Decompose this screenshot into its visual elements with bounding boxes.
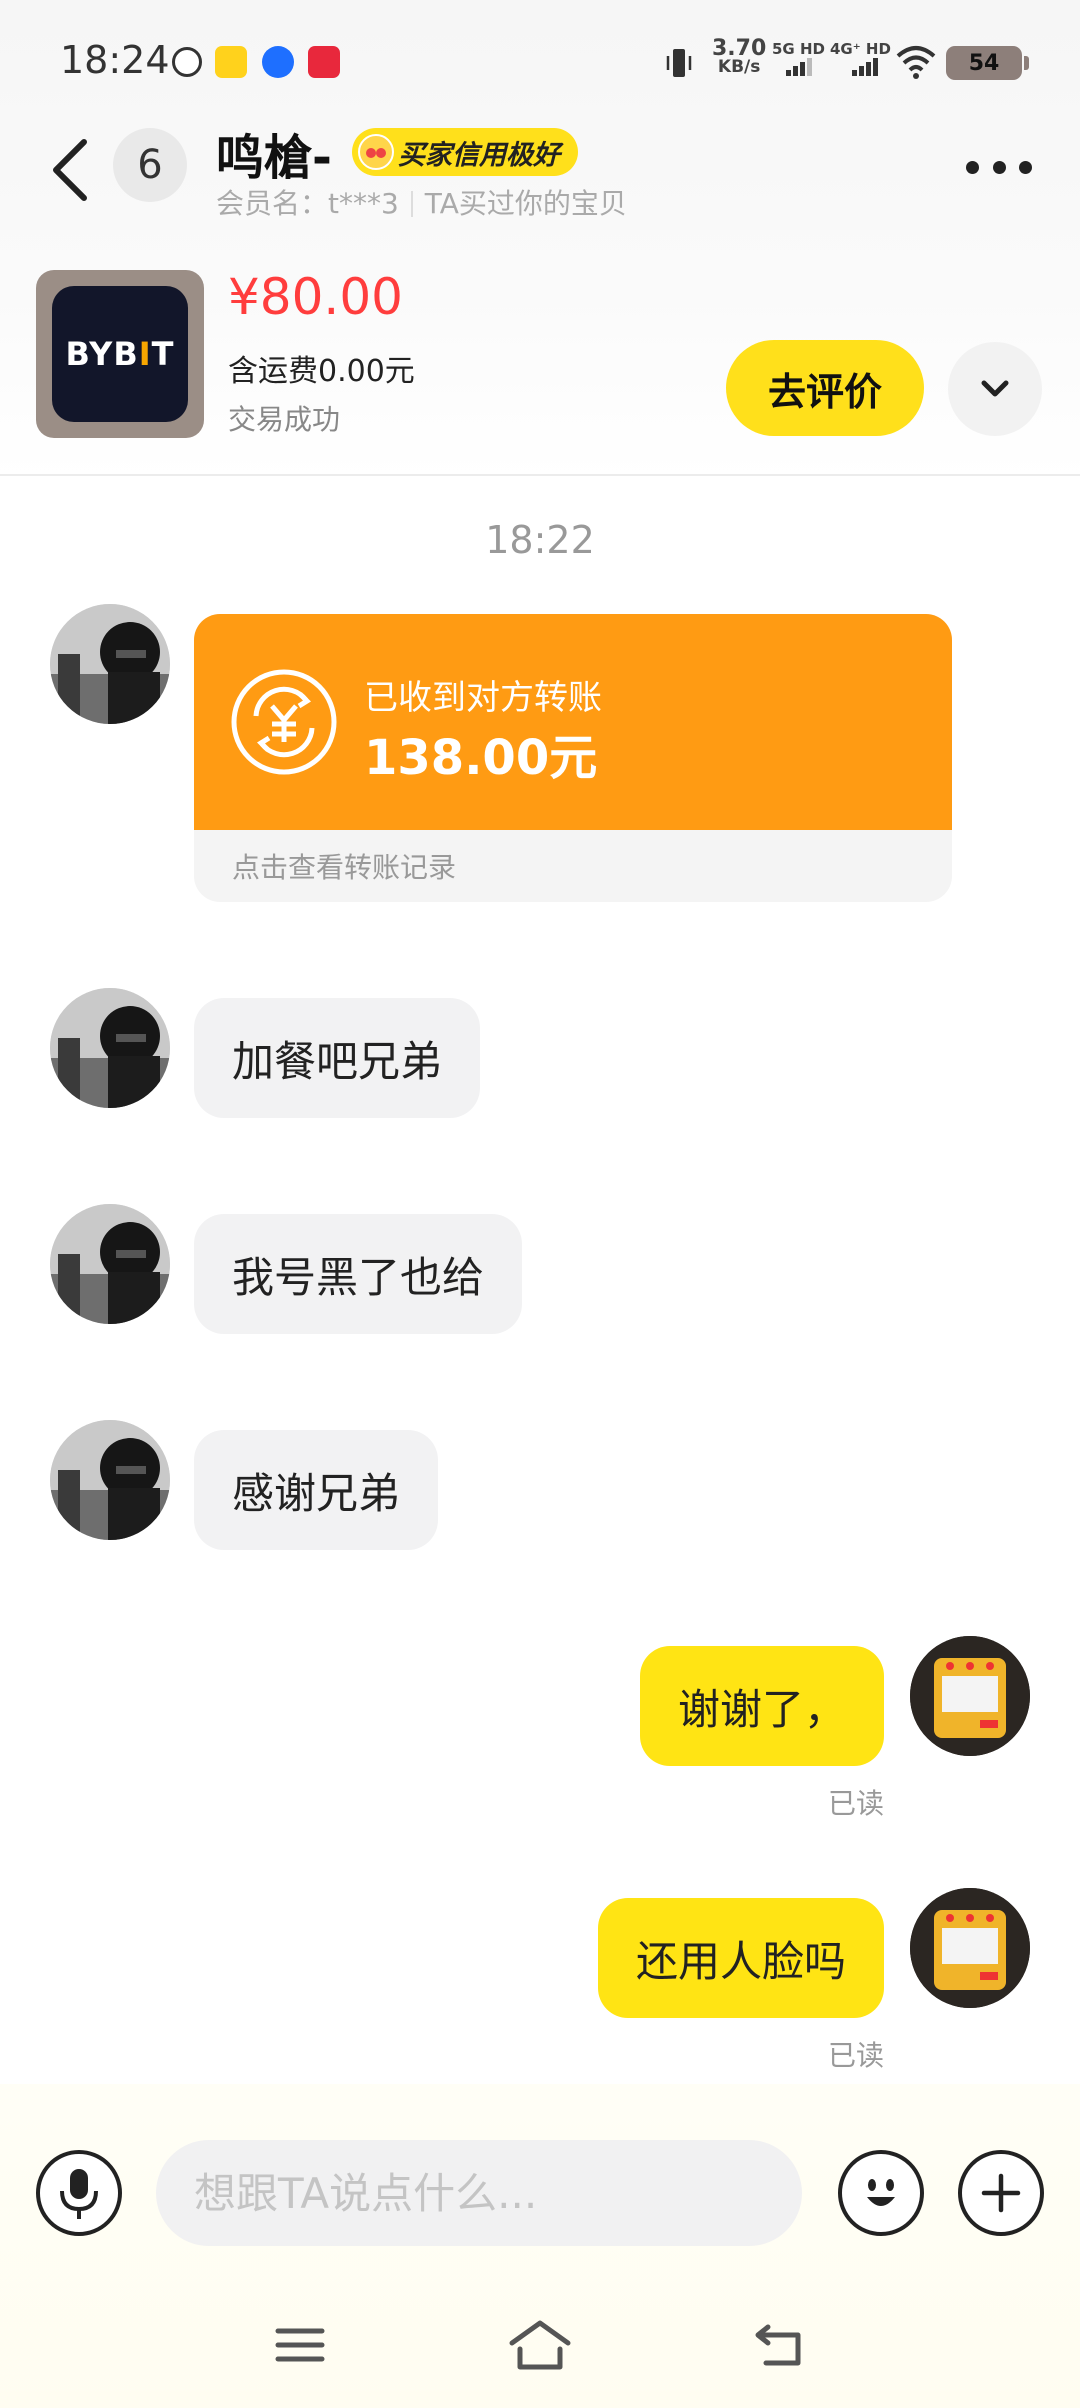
member-note: TA买过你的宝贝 <box>424 187 627 220</box>
dot-icon <box>992 160 1006 174</box>
contact-avatar[interactable] <box>50 1420 170 1540</box>
my-avatar[interactable] <box>910 1888 1030 2008</box>
contact-avatar[interactable] <box>50 988 170 1108</box>
message-bubble-right[interactable]: 谢谢了， <box>639 1646 884 1766</box>
bybit-logo: BYB I T <box>52 286 188 422</box>
back-nav-button[interactable] <box>740 2310 820 2380</box>
message-bubble-left[interactable]: 感谢兄弟 <box>194 1430 439 1550</box>
vibrate-icon <box>666 46 692 80</box>
chevron-left-icon <box>53 139 87 201</box>
wifi-icon <box>896 44 936 80</box>
transfer-card[interactable]: 已收到对方转账 138.00元 点击查看转账记录 <box>194 614 952 902</box>
dot-icon <box>966 160 979 174</box>
transfer-amount: 138.00元 <box>364 730 598 786</box>
status-time: 18:24 <box>60 38 170 82</box>
emoji-button[interactable] <box>838 2150 924 2236</box>
contact-avatar[interactable] <box>50 1204 170 1324</box>
my-avatar[interactable] <box>910 1636 1030 1756</box>
chevron-down-icon <box>981 380 1009 397</box>
transfer-record-link[interactable]: 点击查看转账记录 <box>232 846 456 886</box>
member-name: 会员名：t***3 <box>216 187 399 220</box>
sim2-signal: 4G⁺ HD <box>830 40 891 78</box>
fish-app-icon <box>172 47 202 77</box>
contact-name[interactable]: 鸣槍- <box>216 118 332 188</box>
heart-app-icon <box>308 46 340 78</box>
plus-icon <box>981 2173 1021 2213</box>
message-bubble-right[interactable]: 还用人脸吗 <box>597 1898 884 2018</box>
read-receipt: 已读 <box>827 1787 884 1820</box>
divider <box>410 191 413 217</box>
home-icon <box>509 2320 571 2370</box>
smiley-icon <box>867 2179 895 2206</box>
dot-icon <box>1019 160 1032 174</box>
product-price: ¥80.00 <box>228 268 403 326</box>
battery-indicator: 54 <box>946 46 1029 80</box>
header-divider <box>0 474 1080 476</box>
unread-count-badge[interactable]: 6 <box>113 128 187 202</box>
menu-icon <box>275 2328 325 2362</box>
home-nav-button[interactable] <box>500 2310 580 2380</box>
member-info: 会员名：t***3 TA买过你的宝贝 <box>216 182 627 222</box>
sim1-signal: 5G HD <box>772 40 825 78</box>
net-speed: 3.70 KB/s <box>712 36 767 77</box>
k-app-icon <box>215 46 247 78</box>
read-receipt: 已读 <box>827 2039 884 2072</box>
transfer-title: 已收到对方转账 <box>364 678 602 718</box>
voice-button[interactable] <box>36 2150 122 2236</box>
review-button[interactable]: 去评价 <box>726 340 924 436</box>
menu-nav-button[interactable] <box>260 2310 340 2380</box>
message-input[interactable] <box>156 2140 802 2246</box>
shipping-info: 含运费0.00元 <box>228 354 415 389</box>
contact-avatar[interactable] <box>50 604 170 724</box>
product-thumbnail[interactable]: BYB I T <box>36 270 204 438</box>
transfer-card-header: 已收到对方转账 138.00元 <box>194 614 952 830</box>
microphone-icon <box>60 2169 98 2219</box>
back-button[interactable] <box>40 130 100 210</box>
transfer-yuan-icon <box>231 669 337 775</box>
expand-button[interactable] <box>948 342 1042 436</box>
k-app-icon <box>262 46 294 78</box>
more-options-button[interactable] <box>966 150 1032 184</box>
return-icon <box>755 2324 801 2366</box>
chat-time-divider: 18:22 <box>485 518 595 562</box>
more-actions-button[interactable] <box>958 2150 1044 2236</box>
message-bubble-left[interactable]: 我号黑了也给 <box>194 1214 523 1334</box>
credit-badge-label: 买家信用极好 <box>398 139 560 171</box>
smiley-face-icon <box>358 134 394 170</box>
credit-badge[interactable]: 买家信用极好 <box>352 128 578 176</box>
message-bubble-left[interactable]: 加餐吧兄弟 <box>194 998 481 1118</box>
trade-status: 交易成功 <box>228 403 341 436</box>
